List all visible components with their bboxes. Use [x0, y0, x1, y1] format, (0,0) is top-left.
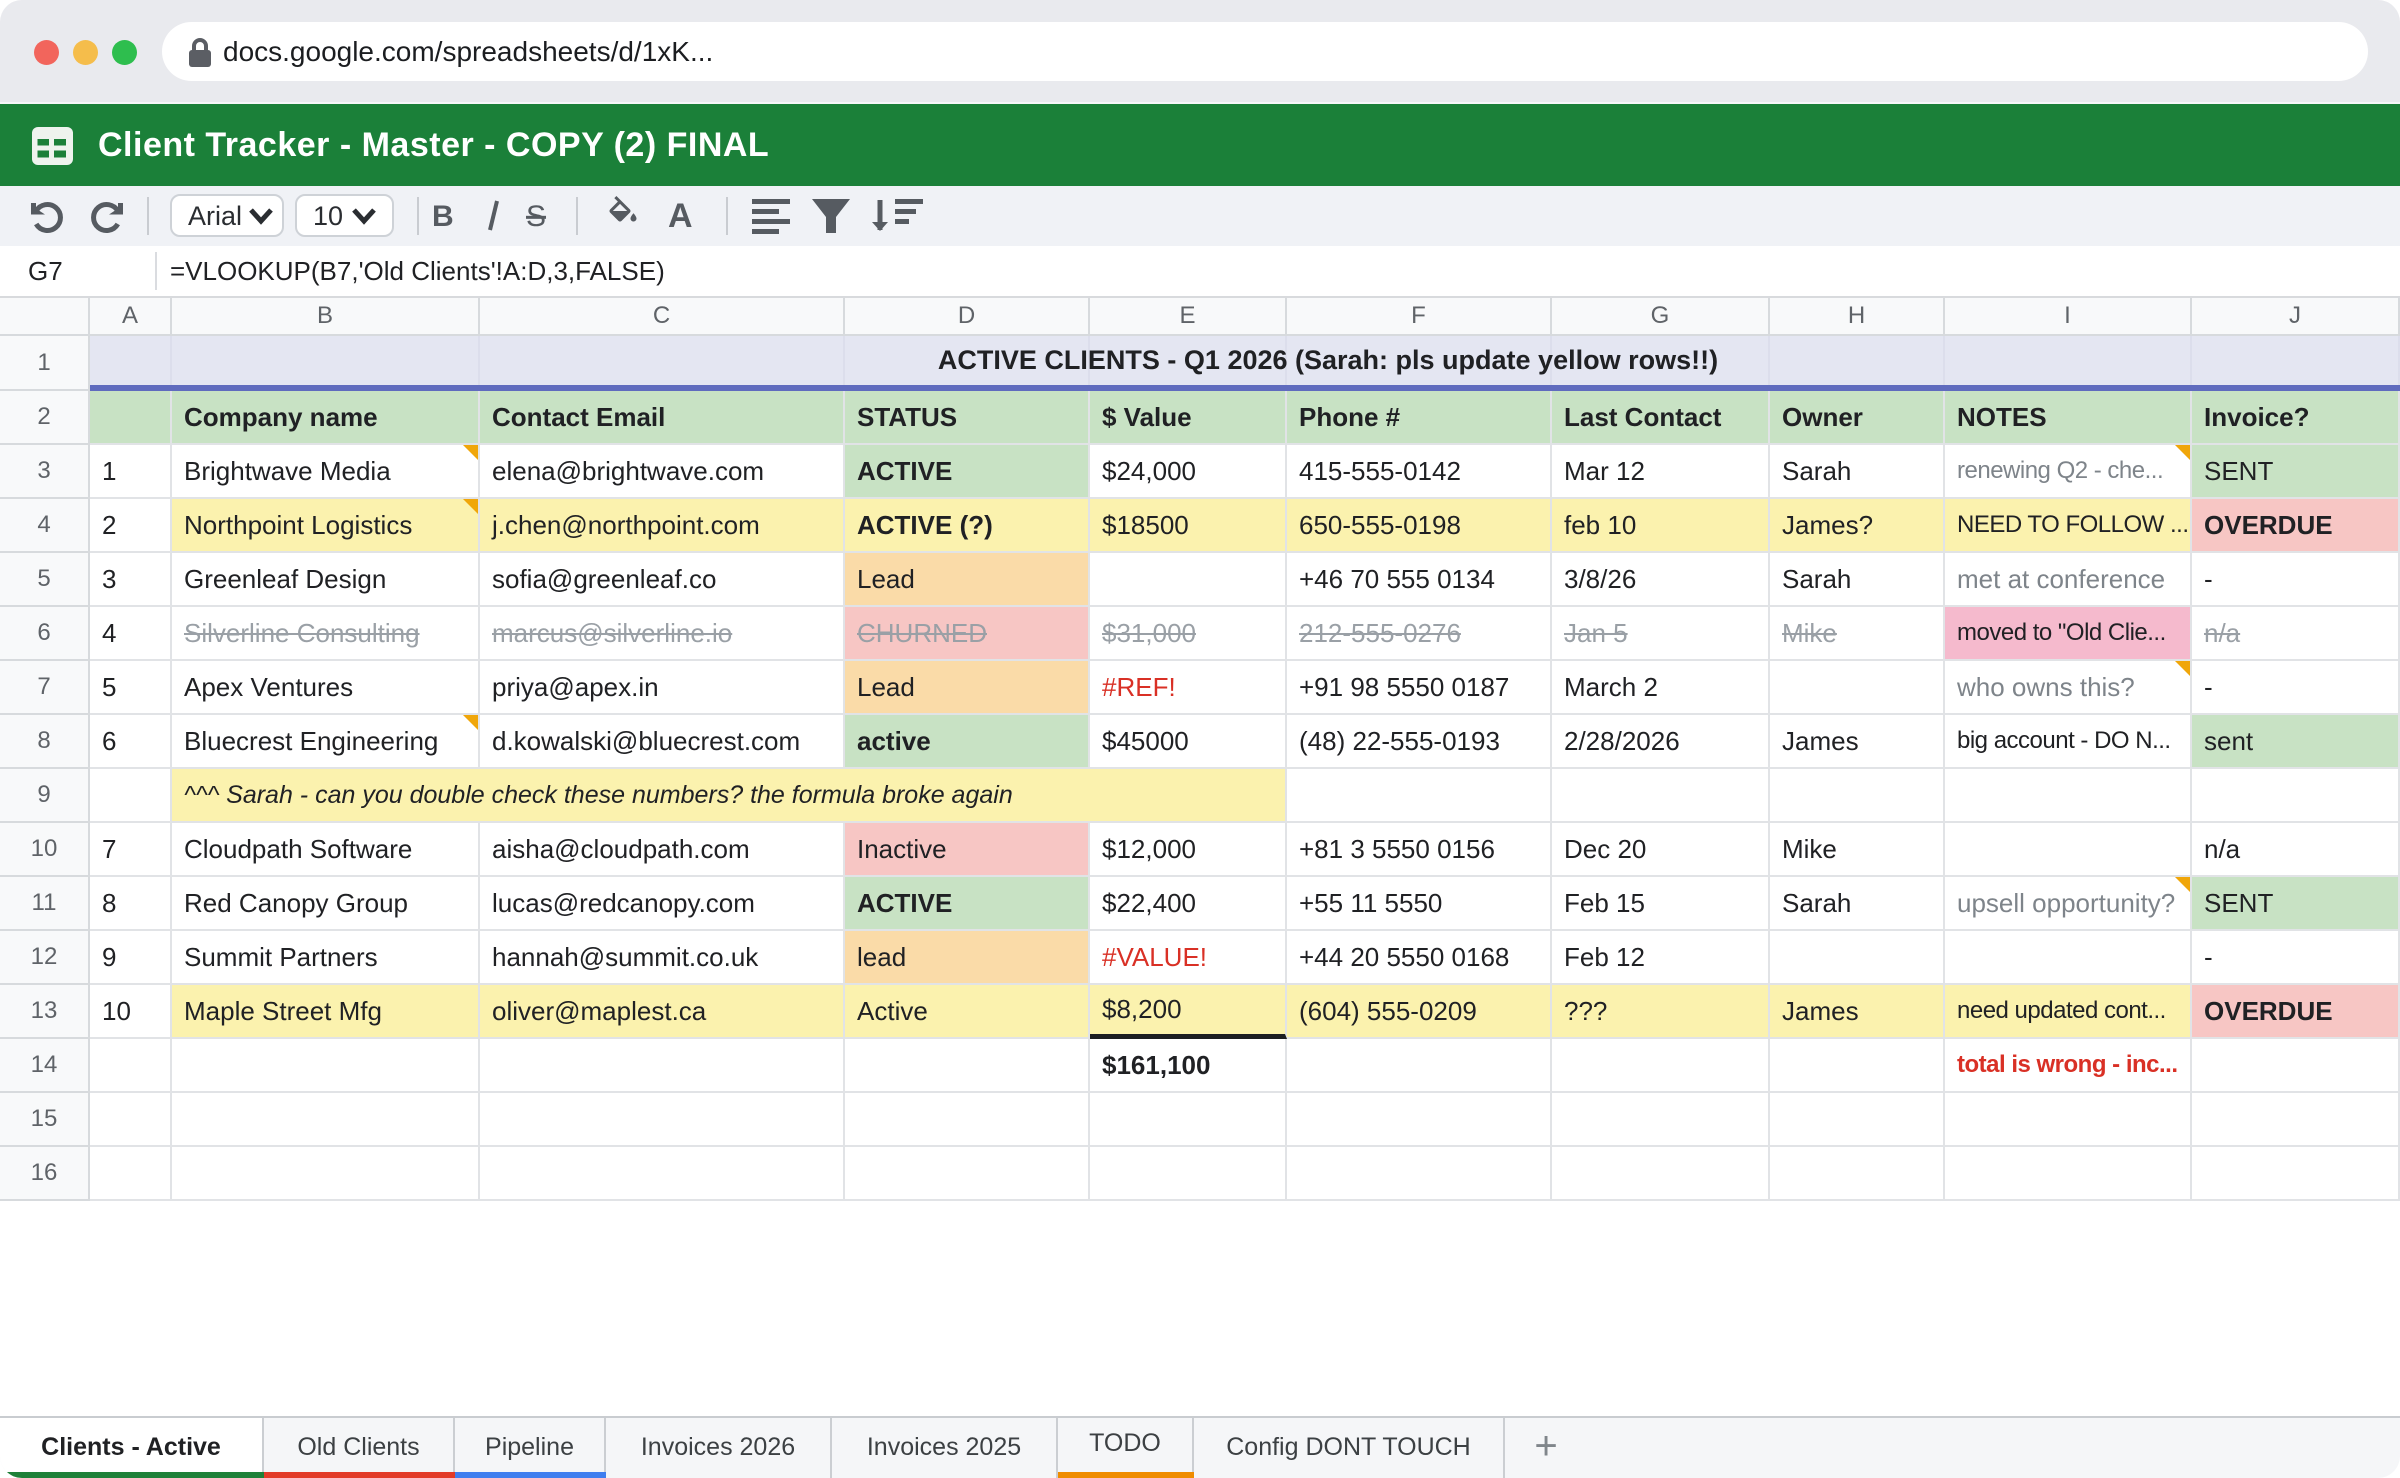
svg-text:S: S — [526, 200, 546, 233]
svg-text:B: B — [432, 200, 454, 233]
svg-text:10: 10 — [313, 201, 343, 231]
svg-text:Arial: Arial — [188, 201, 242, 231]
svg-text:A: A — [668, 197, 693, 235]
